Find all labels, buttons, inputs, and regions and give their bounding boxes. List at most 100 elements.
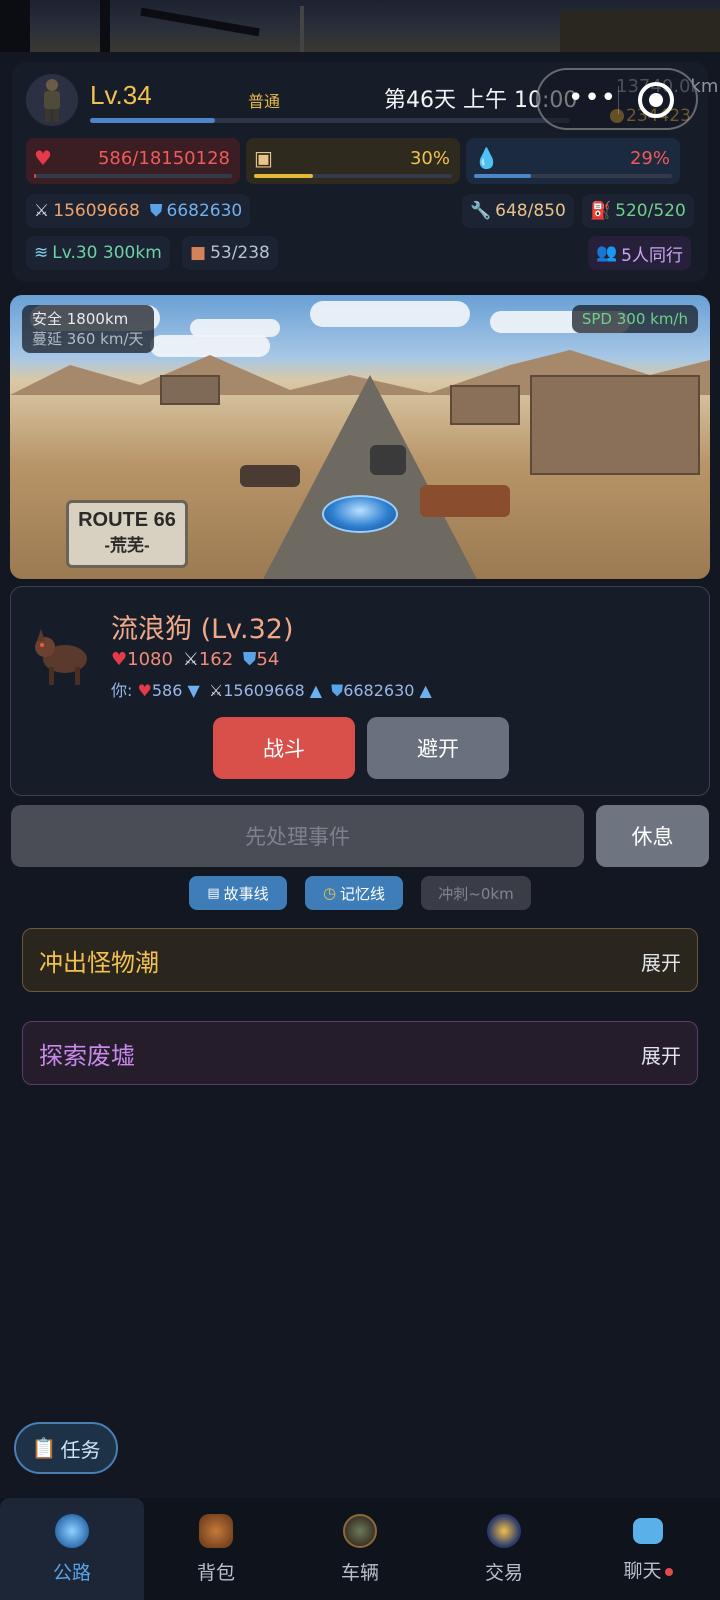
bottom-tab-bar: 公路 背包 车辆 交易 聊天 <box>0 1498 720 1600</box>
tab-vehicle[interactable]: 车辆 <box>288 1498 432 1600</box>
water-drop-icon: 💧 <box>474 146 499 170</box>
food-box: ▣ 30% <box>246 138 460 184</box>
up-arrow-icon: ▲ <box>419 681 432 700</box>
expand-toggle[interactable]: 展开 <box>641 1040 681 1069</box>
player-avatar[interactable] <box>26 74 78 126</box>
swords-icon: ⚔ <box>182 649 199 670</box>
ruined-house <box>160 375 220 405</box>
memoryline-button[interactable]: ◷ 记忆线 <box>305 876 403 910</box>
you-hp: 586 <box>151 681 183 700</box>
shield-icon: ⛊ <box>331 681 344 700</box>
rest-button[interactable]: 休息 <box>596 805 709 867</box>
companions-chip[interactable]: 👥 5人同行 <box>588 236 691 270</box>
fuel-icon: ⛽ <box>590 201 612 221</box>
player-vehicle-icon <box>322 495 398 533</box>
engine-value: Lv.30 300km <box>52 243 162 263</box>
ruined-motel <box>530 375 700 475</box>
you-defense: 6682630 <box>343 681 415 700</box>
tab-chat[interactable]: 聊天 <box>576 1498 720 1600</box>
tab-road[interactable]: 公路 <box>0 1498 144 1600</box>
wrench-icon: 🔧 <box>470 201 492 221</box>
wolf-monster-icon <box>29 621 99 691</box>
wrecked-truck <box>420 485 510 517</box>
route-66-sign: ROUTE 66 -荒芜- <box>66 500 188 568</box>
miniprogram-capsule: ••• <box>536 68 698 130</box>
vehicle-icon <box>343 1514 377 1548</box>
food-value: 30% <box>409 148 450 169</box>
sign-line-1: ROUTE 66 <box>78 509 176 531</box>
storyline-button[interactable]: ▤ 故事线 <box>189 876 287 910</box>
task-button[interactable]: 📋 任务 <box>14 1422 118 1474</box>
clipboard-icon: 📋 <box>31 1436 57 1460</box>
shield-icon: ⛊ <box>149 201 163 221</box>
enemy-hp: 1080 <box>127 649 173 670</box>
water-box: 💧 29% <box>466 138 680 184</box>
tab-label: 背包 <box>196 1562 235 1584</box>
safe-distance: 安全 1800km <box>32 310 129 328</box>
attack-value: 15609668 <box>53 201 140 221</box>
expand-toggle[interactable]: 展开 <box>641 947 681 976</box>
chat-bubble-icon <box>633 1518 663 1544</box>
tab-label: 公路 <box>52 1562 91 1584</box>
clock-icon: ◷ <box>322 884 337 902</box>
companions-value: 5人同行 <box>621 245 683 266</box>
monster-wave-section[interactable]: 冲出怪物潮 展开 <box>22 928 698 992</box>
sign-line-2: -荒芜- <box>104 536 150 555</box>
player-level: Lv.34 <box>90 80 152 110</box>
status-panel: Lv.34 普通 第46天 上午 10:00 13740.0km 234423 … <box>12 62 718 282</box>
xp-bar <box>90 118 570 123</box>
tab-label-wrap: 聊天 <box>623 1556 673 1583</box>
durability-value: 648/850 <box>495 201 566 221</box>
section-title: 冲出怪物潮 <box>39 949 159 977</box>
tab-trade[interactable]: 交易 <box>432 1498 576 1600</box>
sprint-button[interactable]: 冲刺~0km <box>421 876 531 910</box>
cargo-value: 53/238 <box>210 243 270 263</box>
road-icon <box>55 1514 89 1548</box>
bread-icon: ▣ <box>254 146 273 170</box>
down-arrow-icon: ▼ <box>187 681 200 700</box>
wind-icon: ≋ <box>34 243 49 263</box>
road-scene: ROUTE 66 -荒芜- 安全 1800km 蔓延 360 km/天 SPD … <box>10 295 710 579</box>
you-attack: 15609668 <box>223 681 305 700</box>
fight-button[interactable]: 战斗 <box>213 717 355 779</box>
top-background <box>0 0 720 52</box>
unread-dot <box>664 1567 673 1576</box>
swords-icon: ⚔ <box>34 201 50 221</box>
tab-label: 车辆 <box>340 1562 379 1584</box>
speed-tag: SPD 300 km/h <box>571 305 698 333</box>
book-icon: ▤ <box>207 885 220 901</box>
hp-value: 586/18150128 <box>97 148 230 169</box>
combat-power-chip: ⚔ 15609668 ⛊ 6682630 <box>26 194 251 228</box>
avoid-button[interactable]: 避开 <box>367 717 509 779</box>
enemy-defense: 54 <box>256 649 280 670</box>
close-target-icon[interactable] <box>638 82 674 118</box>
enemy-attack: 162 <box>198 649 234 670</box>
handle-event-button[interactable]: 先处理事件 <box>11 805 584 867</box>
hp-box: ♥ 586/18150128 <box>26 138 240 184</box>
water-value: 29% <box>629 148 670 169</box>
storyline-label: 故事线 <box>223 884 269 903</box>
encounter-card: 流浪狗 (Lv.32) ♥1080 ⚔162 ⛊54 你: ♥586 ▼ ⚔15… <box>10 586 710 796</box>
player-compare-stats: 你: ♥586 ▼ ⚔15609668 ▲ ⛊6682630 ▲ <box>111 677 432 701</box>
fuel-value: 520/520 <box>615 201 686 221</box>
tab-backpack[interactable]: 背包 <box>144 1498 288 1600</box>
enemy-stats: ♥1080 ⚔162 ⛊54 <box>111 649 279 670</box>
ruined-cafe <box>450 385 520 425</box>
memoryline-label: 记忆线 <box>340 884 386 903</box>
heart-icon: ♥ <box>137 681 152 700</box>
cargo-chip: ■ 53/238 <box>182 236 278 270</box>
distant-vehicle <box>370 445 406 475</box>
fuel-chip: ⛽ 520/520 <box>582 194 694 228</box>
you-label: 你: <box>111 681 133 700</box>
box-icon: ■ <box>190 243 207 263</box>
explore-ruins-section[interactable]: 探索废墟 展开 <box>22 1021 698 1085</box>
heart-icon: ♥ <box>111 649 128 670</box>
more-icon[interactable]: ••• <box>568 85 617 111</box>
shield-icon: ⛊ <box>242 649 257 670</box>
spread-rate: 蔓延 360 km/天 <box>32 330 144 348</box>
tab-label: 交易 <box>484 1562 523 1584</box>
up-arrow-icon: ▲ <box>309 681 323 700</box>
wrecked-car <box>240 465 300 487</box>
tab-label: 聊天 <box>623 1560 662 1582</box>
safe-zone-tag: 安全 1800km 蔓延 360 km/天 <box>22 305 154 353</box>
